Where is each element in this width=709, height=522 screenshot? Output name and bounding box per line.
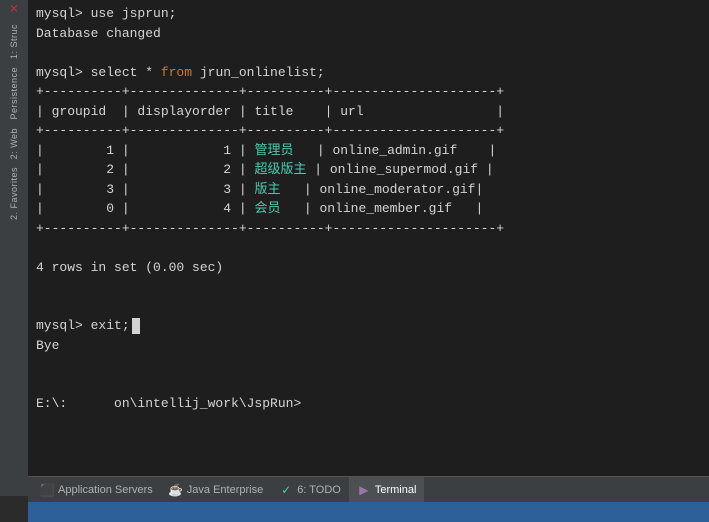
sidebar: × 1: Struc Persistence 2: Web 2. Favorit… [0, 0, 28, 496]
line-use-cmd: mysql> use jsprun; [36, 4, 701, 24]
close-icon[interactable]: × [10, 2, 18, 18]
bottom-toolbar: ⬛ Application Servers ☕ Java Enterprise … [28, 476, 709, 502]
cursor [132, 318, 140, 334]
line-prompt: E:\: on\intellij_work\JspRun> [36, 394, 701, 414]
todo-icon: ✓ [279, 483, 293, 497]
line-border-2: +----------+--------------+----------+--… [36, 121, 701, 141]
todo-label: 6: TODO [297, 484, 341, 496]
terminal-output[interactable]: mysql> use jsprun; Database changed mysq… [28, 0, 709, 476]
line-blank-2 [36, 238, 701, 258]
toolbar-terminal[interactable]: ▶ Terminal [349, 477, 425, 502]
app-servers-icon: ⬛ [40, 483, 54, 497]
line-border-1: +----------+--------------+----------+--… [36, 82, 701, 102]
line-blank-1 [36, 43, 701, 63]
app-servers-label: Application Servers [58, 484, 153, 496]
toolbar-java-enterprise[interactable]: ☕ Java Enterprise [161, 477, 271, 502]
line-result-count: 4 rows in set (0.00 sec) [36, 258, 701, 278]
main-area: mysql> use jsprun; Database changed mysq… [28, 0, 709, 522]
line-exit-cmd: mysql> exit; [36, 316, 701, 336]
line-blank-5 [36, 355, 701, 375]
table-row-2: | 2 | 2 | 超级版主 | online_supermod.gif | [36, 160, 701, 180]
java-enterprise-label: Java Enterprise [187, 484, 263, 496]
table-row-4: | 0 | 4 | 会员 | online_member.gif | [36, 199, 701, 219]
line-db-changed: Database changed [36, 24, 701, 44]
line-select-cmd: mysql> select * from jrun_onlinelist; [36, 63, 701, 83]
sidebar-item-favorites[interactable]: 2. Favorites [9, 167, 19, 220]
java-enterprise-icon: ☕ [169, 483, 183, 497]
table-row-1: | 1 | 1 | 管理员 | online_admin.gif | [36, 141, 701, 161]
terminal-icon: ▶ [357, 483, 371, 497]
sidebar-item-web[interactable]: 2: Web [9, 128, 19, 159]
status-bar [28, 502, 709, 522]
line-header: | groupid | displayorder | title | url | [36, 102, 701, 122]
toolbar-todo[interactable]: ✓ 6: TODO [271, 477, 349, 502]
sidebar-item-persistence[interactable]: Persistence [9, 67, 19, 120]
terminal-label: Terminal [375, 484, 417, 496]
line-blank-6 [36, 375, 701, 395]
line-bye: Bye [36, 336, 701, 356]
toolbar-app-servers[interactable]: ⬛ Application Servers [32, 477, 161, 502]
sidebar-item-structure[interactable]: 1: Struc [9, 24, 19, 59]
line-blank-4 [36, 297, 701, 317]
table-row-3: | 3 | 3 | 版主 | online_moderator.gif| [36, 180, 701, 200]
line-border-3: +----------+--------------+----------+--… [36, 219, 701, 239]
line-blank-3 [36, 277, 701, 297]
